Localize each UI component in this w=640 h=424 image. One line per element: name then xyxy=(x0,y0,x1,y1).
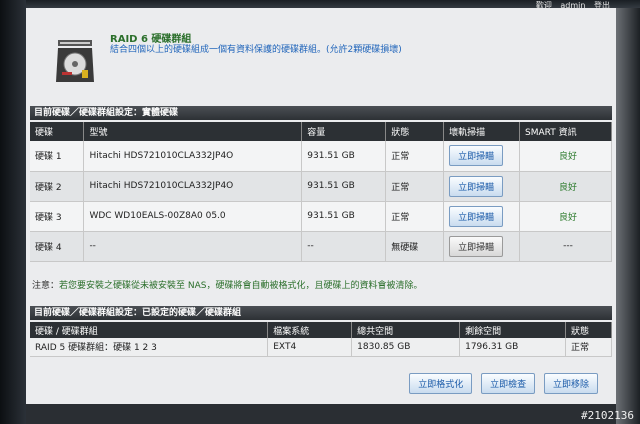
remove-now-button[interactable]: 立即移除 xyxy=(543,373,598,394)
scan-now-button[interactable]: 立即掃瞄 xyxy=(449,175,504,197)
disk-status: 正常 xyxy=(385,141,445,172)
disk-groups-section-title: 目前硬碟／硬碟群組設定：已設定的硬碟／硬碟群組 xyxy=(30,306,612,320)
note-label: 注意： xyxy=(32,281,60,291)
col-group: 硬碟 / 硬碟群組 xyxy=(30,322,269,338)
disk-model: WDC WD10EALS-00Z8A0 05.0 xyxy=(83,201,303,232)
disk-name: 硬碟 4 xyxy=(30,231,85,262)
col-capacity: 容量 xyxy=(301,122,387,141)
scan-now-button[interactable]: 立即掃瞄 xyxy=(449,205,504,227)
disk-name: 硬碟 3 xyxy=(30,201,85,232)
physical-disks-section-title: 目前硬碟／硬碟群組設定：實體硬碟 xyxy=(30,106,612,120)
raid-disk-icon xyxy=(56,40,94,82)
group-name: RAID 5 硬碟群組：硬碟 1 2 3 xyxy=(30,338,269,357)
check-now-button[interactable]: 立即檢查 xyxy=(481,373,536,394)
left-edge xyxy=(0,0,26,424)
smart-status[interactable]: 良好 xyxy=(519,141,612,172)
group-free: 1796.31 GB xyxy=(459,338,567,357)
format-now-button[interactable]: 立即格式化 xyxy=(409,373,473,394)
col-free-space: 剩餘空間 xyxy=(459,322,567,338)
smart-status[interactable]: 良好 xyxy=(519,171,612,202)
scan-now-button[interactable]: 立即掃瞄 xyxy=(449,145,504,167)
page-description: 結合四個以上的硬碟組成一個有資料保護的硬碟群組。(允許2顆硬碟損壞) xyxy=(110,45,402,55)
disk-name: 硬碟 2 xyxy=(30,171,85,202)
disk-status: 無硬碟 xyxy=(385,231,445,262)
table-row: 硬碟 4 -- -- 無硬碟 立即掃瞄 --- xyxy=(30,231,612,262)
watermark: #2102136 xyxy=(581,409,634,422)
table-row: 硬碟 1 Hitachi HDS721010CLA332JP4O 931.51 … xyxy=(30,141,612,172)
scan-now-button[interactable]: 立即掃瞄 xyxy=(449,235,504,257)
col-status: 狀態 xyxy=(385,122,445,141)
col-disk: 硬碟 xyxy=(30,122,85,141)
col-smart: SMART 資訊 xyxy=(519,122,612,141)
table-row: 硬碟 3 WDC WD10EALS-00Z8A0 05.0 931.51 GB … xyxy=(30,201,612,232)
disk-capacity: 931.51 GB xyxy=(301,171,387,202)
disk-groups-table: 硬碟 / 硬碟群組 檔案系統 總共空間 剩餘空間 狀態 RAID 5 硬碟群組：… xyxy=(30,322,612,357)
col-filesystem: 檔案系統 xyxy=(267,322,353,338)
group-action-buttons: 立即格式化 立即檢查 立即移除 xyxy=(403,373,598,394)
smart-status[interactable]: 良好 xyxy=(519,201,612,232)
page-title: RAID 6 硬碟群組 xyxy=(110,34,192,45)
disk-name: 硬碟 1 xyxy=(30,141,85,172)
raid-settings-panel: RAID 6 硬碟群組 結合四個以上的硬碟組成一個有資料保護的硬碟群組。(允許2… xyxy=(26,8,616,404)
bottom-edge xyxy=(26,404,616,424)
right-edge xyxy=(616,8,640,424)
smart-status: --- xyxy=(519,231,612,262)
group-filesystem: EXT4 xyxy=(267,338,353,357)
col-bad-block-scan: 壞軌掃描 xyxy=(443,122,521,141)
disk-model: -- xyxy=(83,231,303,262)
format-warning-note: 注意：若您要安裝之硬碟從未被安裝至 NAS，硬碟將會自動被格式化，且硬碟上的資料… xyxy=(32,278,422,291)
disk-model: Hitachi HDS721010CLA332JP4O xyxy=(83,171,303,202)
disk-capacity: -- xyxy=(301,231,387,262)
disk-status: 正常 xyxy=(385,201,445,232)
col-total-space: 總共空間 xyxy=(351,322,461,338)
disk-status: 正常 xyxy=(385,171,445,202)
physical-disks-table: 硬碟 型號 容量 狀態 壞軌掃描 SMART 資訊 硬碟 1 Hitachi H… xyxy=(30,122,612,262)
col-group-status: 狀態 xyxy=(565,322,612,338)
note-text: 若您要安裝之硬碟從未被安裝至 NAS，硬碟將會自動被格式化，且硬碟上的資料會被清… xyxy=(59,281,423,291)
col-model: 型號 xyxy=(83,122,303,141)
group-total: 1830.85 GB xyxy=(351,338,461,357)
disk-capacity: 931.51 GB xyxy=(301,201,387,232)
disk-model: Hitachi HDS721010CLA332JP4O xyxy=(83,141,303,172)
page-header: RAID 6 硬碟群組 結合四個以上的硬碟組成一個有資料保護的硬碟群組。(允許2… xyxy=(54,30,474,90)
group-status: 正常 xyxy=(565,338,612,357)
table-row[interactable]: RAID 5 硬碟群組：硬碟 1 2 3 EXT4 1830.85 GB 179… xyxy=(30,338,612,357)
disk-capacity: 931.51 GB xyxy=(301,141,387,172)
table-row: 硬碟 2 Hitachi HDS721010CLA332JP4O 931.51 … xyxy=(30,171,612,202)
